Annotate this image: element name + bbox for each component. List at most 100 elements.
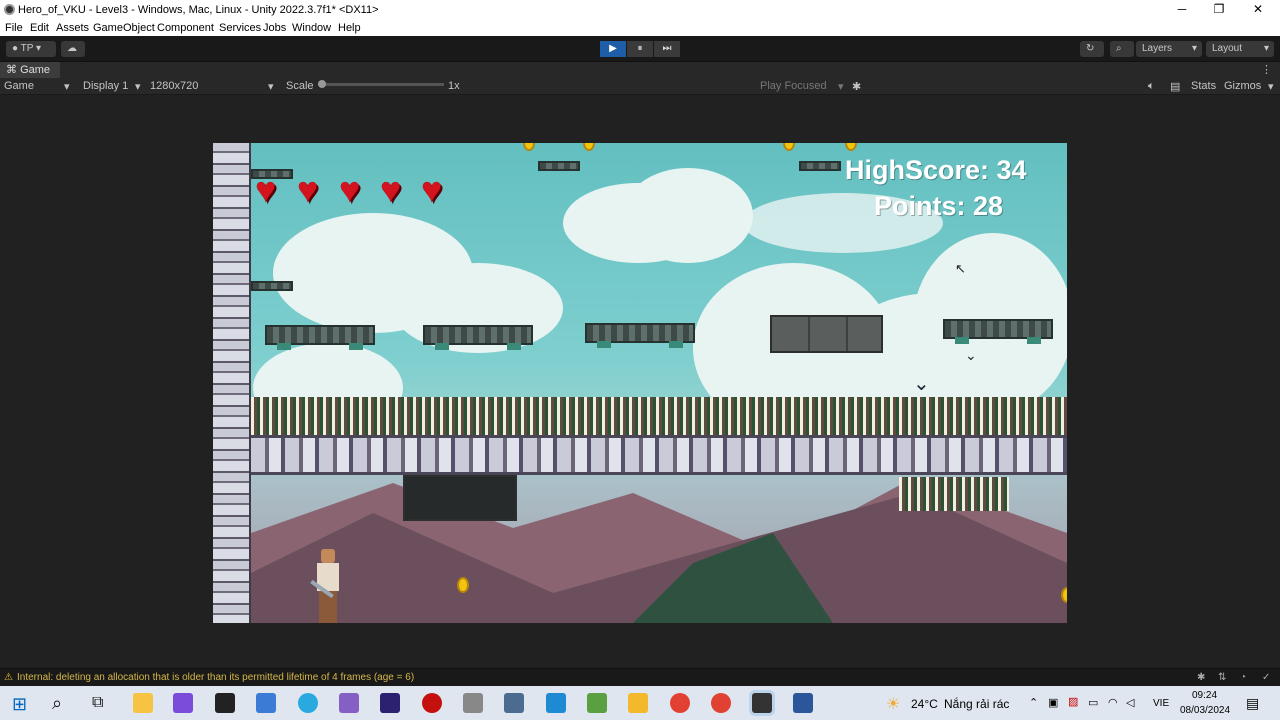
pause-button[interactable]: ⏸	[627, 41, 653, 57]
language-indicator[interactable]: VIE	[1153, 698, 1169, 709]
mute-audio-icon[interactable]: 🔈︎	[1148, 80, 1155, 93]
antivirus-icon[interactable]: ▨	[1068, 695, 1078, 708]
search-button[interactable]: ⌕	[1110, 41, 1134, 57]
cloud	[623, 168, 753, 263]
chrome-icon[interactable]	[670, 693, 690, 713]
coin	[583, 143, 595, 151]
game-viewport[interactable]: ⌄ ⌄ ♥ ♥ ♥ ♥ ♥ HighScore: 34 Points: 28 ↖	[213, 143, 1067, 623]
telegram-icon[interactable]	[298, 693, 318, 713]
minimize-button[interactable]: ─	[1172, 2, 1192, 18]
history-button[interactable]: ↻	[1080, 41, 1104, 57]
floating-platform	[585, 323, 695, 348]
menu-services[interactable]: Services	[219, 22, 261, 34]
jetbrains-icon[interactable]	[380, 693, 400, 713]
play-focused-dropdown[interactable]: Play Focused	[760, 80, 827, 92]
scale-slider-handle[interactable]	[318, 80, 326, 88]
volume-icon[interactable]: ◁	[1126, 696, 1134, 709]
word-icon[interactable]	[793, 693, 813, 713]
window-title-bar: Hero_of_VKU - Level3 - Windows, Mac, Lin…	[0, 0, 1280, 20]
menu-edit[interactable]: Edit	[30, 22, 49, 34]
unity-editor-icon[interactable]	[752, 693, 772, 713]
check-icon[interactable]: ✓	[1262, 672, 1270, 683]
bird-enemy: ⌄	[913, 373, 930, 395]
file-explorer-icon[interactable]	[628, 693, 648, 713]
menu-file[interactable]: File	[5, 22, 23, 34]
stats-button[interactable]: Stats	[1191, 80, 1216, 92]
pycharm-icon[interactable]	[587, 693, 607, 713]
game-view-toolbar: Game ▾ Display 1 ▾ 1280x720 ▾ Scale 1x P…	[0, 78, 1280, 95]
visual-studio-icon[interactable]	[339, 693, 359, 713]
bug-icon[interactable]: ✱	[1197, 672, 1205, 683]
restore-button[interactable]: ❐	[1209, 2, 1229, 18]
battery-icon[interactable]: ▭	[1088, 696, 1098, 709]
windows-start-icon[interactable]: ⊞	[12, 694, 27, 715]
unity-app-icon	[4, 4, 15, 15]
close-button[interactable]: ✕	[1248, 2, 1268, 18]
account-button[interactable]: ● TP ▾	[6, 41, 56, 57]
weather-text[interactable]: Nắng rải rác	[944, 697, 1009, 711]
layout-label: Layout	[1212, 43, 1243, 54]
clock-date[interactable]: 08/03/2024	[1180, 705, 1230, 716]
warning-icon: ⚠	[4, 672, 13, 683]
progress-icon[interactable]: ◔	[1240, 672, 1246, 683]
capcut-icon[interactable]	[215, 693, 235, 713]
vscode-icon[interactable]	[546, 693, 566, 713]
task-view-icon[interactable]: ⧉	[92, 694, 103, 712]
network-icon[interactable]: ⇅	[1218, 672, 1226, 683]
menu-assets[interactable]: Assets	[56, 22, 89, 34]
tray-app-icon[interactable]: ▣	[1048, 696, 1058, 709]
security-shield-icon[interactable]	[133, 693, 153, 713]
window-title: Hero_of_VKU - Level3 - Windows, Mac, Lin…	[18, 4, 379, 16]
wifi-icon[interactable]: ◠	[1108, 696, 1118, 709]
heart-life-icon: ♥	[297, 169, 319, 210]
floating-platform	[265, 325, 375, 350]
scale-slider[interactable]	[318, 80, 444, 88]
search-icon[interactable]: ⌕	[52, 693, 62, 714]
small-ledge	[538, 161, 580, 171]
layers-label: Layers	[1142, 43, 1173, 54]
tab-game[interactable]: ⌘ Game	[0, 62, 60, 78]
display-dropdown[interactable]: Display 1	[83, 80, 128, 92]
menu-gameobject[interactable]: GameObject	[93, 22, 155, 34]
console-message[interactable]: Internal: deleting an allocation that is…	[17, 672, 414, 683]
chrome-profile-icon[interactable]	[711, 693, 731, 713]
scale-label: Scale	[286, 80, 314, 92]
resolution-dropdown[interactable]: 1280x720	[150, 80, 198, 92]
floating-platform	[943, 319, 1053, 344]
coin	[783, 143, 795, 151]
small-ledge	[251, 281, 293, 291]
play-button[interactable]: ▶	[600, 41, 626, 57]
virtualbox-icon[interactable]	[504, 693, 524, 713]
app-a-icon[interactable]	[256, 693, 276, 713]
menu-help[interactable]: Help	[338, 22, 361, 34]
coin	[845, 143, 857, 151]
gizmos-button[interactable]: Gizmos	[1224, 80, 1261, 92]
chevron-down-icon: ▾	[1268, 81, 1274, 93]
menu-component[interactable]: Component	[157, 22, 214, 34]
bug-icon[interactable]: ✱	[852, 80, 861, 93]
heart-life-icon: ♥	[255, 169, 277, 210]
menu-window[interactable]: Window	[292, 22, 331, 34]
hanging-spikes	[899, 477, 1009, 511]
menu-jobs[interactable]: Jobs	[263, 22, 286, 34]
notifications-icon[interactable]: ▤	[1246, 695, 1259, 712]
cloud-icon: ☁	[67, 43, 77, 54]
spike-row	[251, 397, 1067, 435]
layers-dropdown[interactable]: Layers ▾	[1136, 41, 1202, 57]
weather-icon[interactable]: ☀	[886, 694, 900, 714]
weather-temp[interactable]: 24°C	[911, 697, 938, 711]
chevron-up-icon[interactable]: ⌃	[1029, 696, 1038, 709]
console-status-bar[interactable]: ⚠ Internal: deleting an allocation that …	[0, 668, 1280, 686]
record-icon[interactable]	[422, 693, 442, 713]
player-hero	[309, 549, 345, 623]
media-app-icon[interactable]	[173, 693, 193, 713]
tab-menu-icon[interactable]: ⋮	[1261, 63, 1272, 76]
heart-life-icon: ♥	[421, 169, 443, 210]
layout-dropdown[interactable]: Layout ▾	[1206, 41, 1274, 57]
cloud-button[interactable]: ☁	[61, 41, 85, 57]
chevron-down-icon: ▾	[1191, 43, 1197, 54]
clock-time[interactable]: 09:24	[1192, 690, 1217, 701]
unity-hub-icon[interactable]	[463, 693, 483, 713]
game-mode-dropdown[interactable]: Game	[4, 80, 34, 92]
step-button[interactable]: ⏭	[654, 41, 680, 57]
